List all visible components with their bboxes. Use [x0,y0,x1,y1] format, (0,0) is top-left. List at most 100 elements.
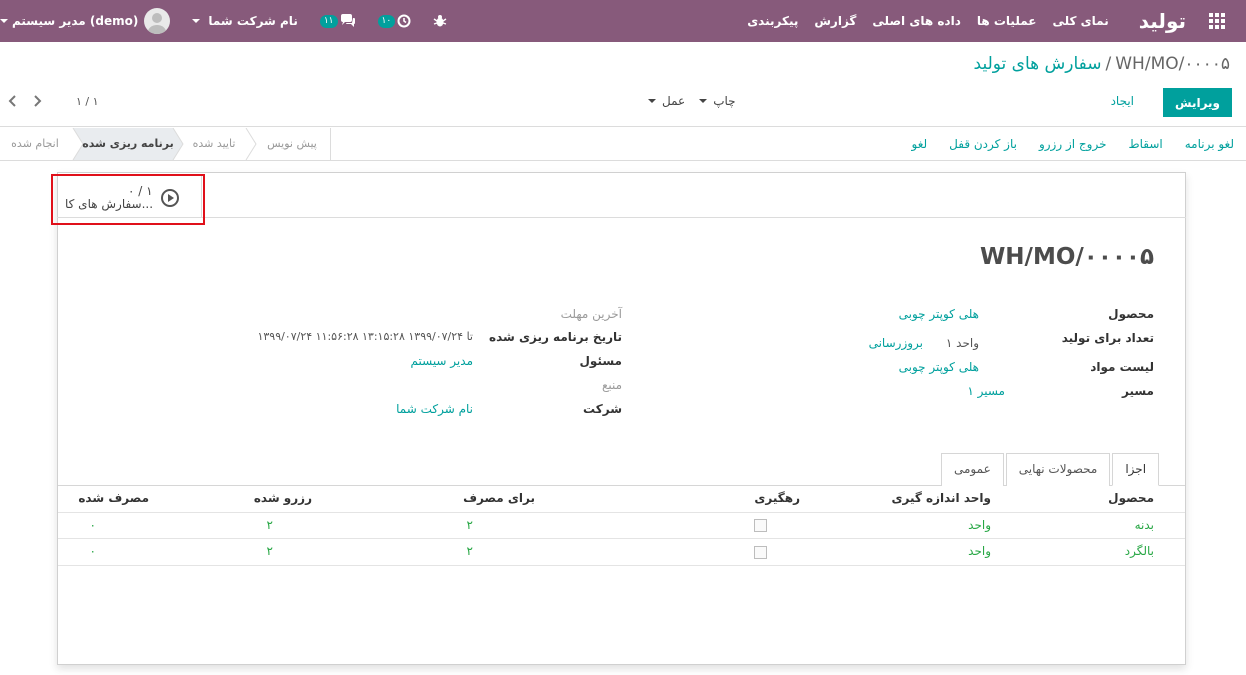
menu-configuration[interactable]: پیکربندی [747,14,798,28]
pager-next-icon[interactable] [28,92,46,110]
bom-value[interactable]: هلی کوپتر چوبی [899,360,979,374]
apps-grid-icon[interactable] [1196,0,1238,42]
company-name: نام شرکت شما [208,14,298,28]
row-consumed: ۰ [89,544,96,558]
menu-overview[interactable]: نمای کلی [1052,14,1108,28]
row-divider [58,538,1185,539]
table-header-divider [58,512,1185,513]
company-value[interactable]: نام شرکت شما [396,402,473,416]
tab-miscellaneous[interactable]: عمومی [941,453,1004,486]
row-to-consume: ۲ [466,518,473,532]
qty-value: ۱ واحد [945,336,979,350]
chevron-down-icon [699,99,708,103]
create-button[interactable]: ایجاد [1111,94,1134,108]
workorders-label: سفارش های کا... [65,197,154,211]
control-panel-divider [0,126,1246,127]
chat-icon [340,14,355,27]
scheduled-date-label: تاریخ برنامه ریزی شده [489,330,622,344]
edit-button[interactable]: ویرایش [1162,88,1232,117]
pager-value[interactable]: ۱ / ۱ [76,95,99,108]
button-box-divider [57,217,1186,218]
stage-done[interactable]: انجام شده [0,128,70,160]
update-quantity-button[interactable]: بروزرسانی [869,336,923,350]
chevron-down-icon [0,19,8,23]
user-menu[interactable]: مدیر سیستم (demo) [0,8,192,34]
messaging-menu[interactable]: ۱۱ [319,14,356,28]
breadcrumb: سفارش های تولید / WH/MO/۰۰۰۰۵ [974,54,1230,74]
menu-operations[interactable]: عملیات ها [977,14,1037,28]
play-icon [161,189,179,207]
action-dropdown-label: عمل [662,94,686,108]
bom-label: لیست مواد [1090,360,1154,374]
source-label: منبع [601,378,622,392]
avatar [144,8,171,34]
row-uom: واحد [968,544,991,558]
column-header-uom[interactable]: واحد اندازه گیری [891,491,991,505]
statusbar-divider [0,160,1246,161]
print-dropdown[interactable]: چاپ [699,94,736,108]
tab-components[interactable]: اجزا [1112,453,1160,486]
column-header-to-consume[interactable]: برای مصرف [463,491,535,505]
row-tracking-checkbox [754,546,767,559]
tab-finished-products[interactable]: محصولات نهایی [1005,453,1111,486]
unlock-button[interactable]: باز کردن قفل [949,137,1017,151]
activities-badge: ۱۰ [377,14,396,28]
row-product: بالگرد [1124,544,1154,558]
route-label: مسیر [1121,384,1154,398]
column-header-reserved[interactable]: رزرو شده [254,491,312,505]
qty-label: تعداد برای تولید [1061,331,1154,345]
app-brand[interactable]: تولید [1139,9,1186,33]
responsible-value[interactable]: مدیر سیستم [411,354,474,368]
main-menu: تولید نمای کلی عملیات ها داده های اصلی گ… [739,0,1246,42]
company-label: شرکت [583,402,622,416]
messages-badge: ۱۱ [319,14,338,28]
menu-master-data[interactable]: داده های اصلی [872,14,960,28]
stage-confirmed[interactable]: تایید شده [182,128,246,160]
bug-icon [433,15,447,27]
pager-previous-icon[interactable] [4,92,22,110]
responsible-label: مسئول [579,354,622,368]
row-reserved: ۲ [266,544,273,558]
row-consumed: ۰ [89,518,96,532]
unreserve-button[interactable]: خروج از رزرو [1039,137,1107,151]
row-tracking-checkbox [754,519,767,532]
breadcrumb-current: WH/MO/۰۰۰۰۵ [1115,54,1230,74]
row-product: بدنه [1134,518,1154,532]
user-name: مدیر سیستم (demo) [12,14,139,28]
row-divider [58,565,1185,566]
route-value[interactable]: مسیر ۱ [967,384,1005,398]
chevron-down-icon [192,19,201,23]
stage-draft[interactable]: پیش نویس [256,128,328,160]
company-switcher[interactable]: نام شرکت شما [192,14,298,28]
stage-planned[interactable]: برنامه ریزی شده [80,128,176,160]
notebook-tabs: عمومی محصولات نهایی اجزا [941,453,1160,486]
debug-menu[interactable] [433,14,447,28]
row-reserved: ۲ [266,518,273,532]
menu-reporting[interactable]: گزارش [814,14,856,28]
action-dropdown[interactable]: عمل [648,94,685,108]
workorders-stat-button[interactable]: ۰ / ۱ سفارش های کا... [57,175,202,217]
clock-icon [397,14,411,28]
scrap-button[interactable]: اسقاط [1129,137,1163,151]
header-action-buttons: لغو برنامه اسقاط خروج از رزرو باز کردن ق… [912,137,1235,151]
sidebar-dropdowns: عمل چاپ [648,94,736,108]
deadline-label: آخرین مهلت [560,307,622,321]
chevron-down-icon [648,99,656,103]
activity-menu[interactable]: ۱۰ [377,14,412,28]
column-header-product[interactable]: محصول [1108,491,1154,505]
column-header-tracking[interactable]: رهگیری [754,491,800,505]
cancel-button[interactable]: لغو [912,137,928,151]
product-value[interactable]: هلی کوپتر چوبی [899,307,979,321]
scheduled-date-value: ۱۳۹۹/۰۷/۲۴ ۱۱:۵۶:۲۸ تا ۱۳۹۹/۰۷/۲۴ ۱۳:۱۵:… [257,330,473,343]
unplan-button[interactable]: لغو برنامه [1185,137,1234,151]
print-dropdown-label: چاپ [713,94,736,108]
breadcrumb-parent[interactable]: سفارش های تولید [974,54,1102,74]
workorders-count: ۰ / ۱ [128,184,153,198]
row-uom: واحد [968,518,991,532]
column-header-consumed[interactable]: مصرف شده [78,491,149,505]
product-label: محصول [1108,307,1154,321]
top-navbar: تولید نمای کلی عملیات ها داده های اصلی گ… [0,0,1246,42]
record-title: WH/MO/۰۰۰۰۵ [979,244,1154,270]
row-to-consume: ۲ [466,544,473,558]
breadcrumb-separator: / [1105,54,1112,74]
